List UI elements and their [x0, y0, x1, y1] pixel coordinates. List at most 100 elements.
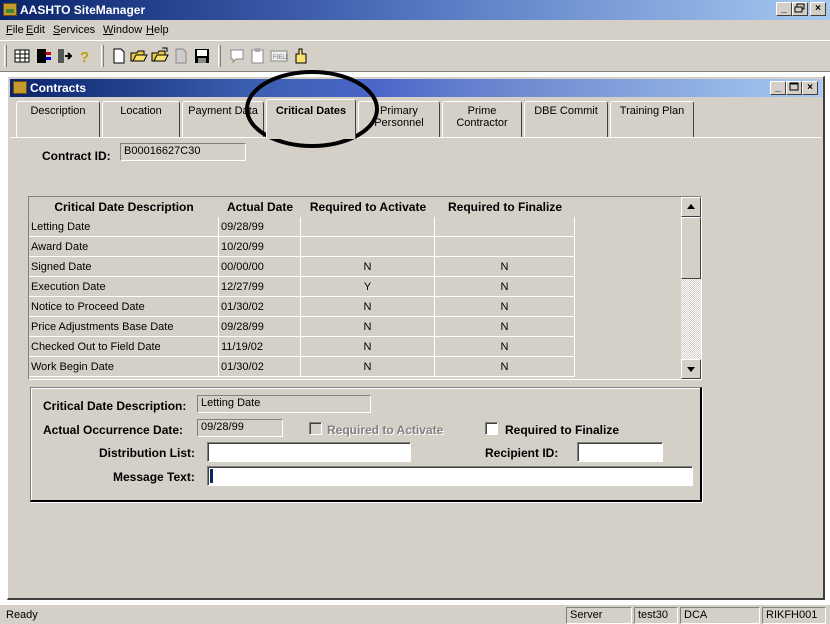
required-finalize-checkbox[interactable] — [485, 422, 498, 435]
header-actual-date[interactable]: Actual Date — [219, 197, 301, 217]
tab-training-plan[interactable]: Training Plan — [610, 101, 694, 137]
status-server: Server — [566, 607, 632, 624]
scroll-thumb[interactable] — [681, 217, 701, 279]
grid-vertical-scrollbar[interactable] — [681, 197, 701, 379]
exit-door-icon[interactable] — [55, 47, 73, 65]
save-icon[interactable] — [193, 47, 211, 65]
cell-required-finalize[interactable]: N — [435, 357, 575, 377]
cell-actual-date[interactable]: 01/30/02 — [219, 357, 301, 377]
fields-icon[interactable]: FIELDS — [270, 47, 288, 65]
pointing-hand-icon[interactable] — [291, 47, 309, 65]
tab-description[interactable]: Description — [16, 101, 100, 137]
delete-icon[interactable] — [172, 47, 190, 65]
close-button[interactable]: × — [810, 2, 826, 16]
cell-required-activate[interactable]: N — [301, 257, 435, 277]
status-user: RIKFH001 — [762, 607, 826, 624]
minimize-button[interactable]: _ — [776, 2, 792, 16]
cell-required-activate[interactable] — [301, 217, 435, 237]
tab-dbe-commit[interactable]: DBE Commit — [524, 101, 608, 137]
cell-required-activate[interactable]: Y — [301, 277, 435, 297]
table-row[interactable]: Checked Out to Field Date 11/19/02 N N — [29, 337, 575, 357]
cell-required-finalize[interactable] — [435, 217, 575, 237]
app-title: AASHTO SiteManager — [20, 3, 146, 17]
toolbar-separator-2 — [218, 45, 221, 67]
toolbar-grip[interactable] — [4, 45, 7, 67]
scroll-down-button[interactable] — [681, 359, 701, 379]
comment-icon[interactable] — [228, 47, 246, 65]
tab-prime-contractor[interactable]: Prime Contractor — [442, 101, 522, 137]
contracts-title-bar[interactable]: Contracts _ × — [10, 79, 822, 97]
cell-description[interactable]: Checked Out to Field Date — [29, 337, 219, 357]
table-row[interactable]: Letting Date 09/28/99 — [29, 217, 575, 237]
cell-actual-date[interactable]: 09/28/99 — [219, 317, 301, 337]
cell-required-finalize[interactable]: N — [435, 257, 575, 277]
cell-actual-date[interactable]: 11/19/02 — [219, 337, 301, 357]
cell-description[interactable]: Signed Date — [29, 257, 219, 277]
cell-required-activate[interactable] — [301, 237, 435, 257]
cell-required-finalize[interactable]: N — [435, 317, 575, 337]
grid-icon[interactable] — [13, 47, 31, 65]
cell-required-finalize[interactable]: N — [435, 277, 575, 297]
cell-required-finalize[interactable]: N — [435, 297, 575, 317]
status-text: Ready — [6, 609, 38, 621]
open-folder-icon[interactable] — [130, 47, 148, 65]
scroll-up-button[interactable] — [681, 197, 701, 217]
header-required-activate[interactable]: Required to Activate — [301, 197, 435, 217]
cell-required-activate[interactable]: N — [301, 297, 435, 317]
svg-text:FIELDS: FIELDS — [273, 55, 288, 61]
cell-required-finalize[interactable]: N — [435, 337, 575, 357]
child-minimize-button[interactable]: _ — [770, 81, 786, 95]
menu-edit[interactable]: Edit — [26, 24, 45, 36]
menu-help[interactable]: Help — [146, 24, 169, 36]
cell-description[interactable]: Notice to Proceed Date — [29, 297, 219, 317]
table-row[interactable]: Price Adjustments Base Date 09/28/99 N N — [29, 317, 575, 337]
cell-required-activate[interactable]: N — [301, 357, 435, 377]
message-text-input[interactable] — [207, 466, 693, 486]
cell-actual-date[interactable]: 09/28/99 — [219, 217, 301, 237]
cell-description[interactable]: Award Date — [29, 237, 219, 257]
restore-button[interactable] — [792, 2, 808, 16]
cell-required-activate[interactable]: N — [301, 337, 435, 357]
required-activate-checkbox[interactable] — [309, 422, 322, 435]
critical-dates-grid: Critical Date Description Actual Date Re… — [28, 196, 702, 380]
menu-window[interactable]: Window — [103, 24, 142, 36]
distribution-list-input[interactable] — [207, 442, 411, 462]
tab-critical-dates[interactable]: Critical Dates — [266, 99, 356, 139]
table-row[interactable]: Notice to Proceed Date 01/30/02 N N — [29, 297, 575, 317]
contracts-icon[interactable] — [13, 81, 27, 94]
clipboard-icon[interactable] — [249, 47, 267, 65]
tab-payment-data[interactable]: Payment Data — [182, 101, 264, 137]
table-row[interactable]: Work Begin Date 01/30/02 N N — [29, 357, 575, 377]
menu-services[interactable]: Services — [53, 24, 95, 36]
switchboard-icon[interactable] — [35, 47, 53, 65]
cell-actual-date[interactable]: 10/20/99 — [219, 237, 301, 257]
status-user-type: DCA — [680, 607, 760, 624]
header-required-finalize[interactable]: Required to Finalize — [435, 197, 575, 217]
tab-location[interactable]: Location — [102, 101, 180, 137]
child-close-button[interactable]: × — [802, 81, 818, 95]
cell-description[interactable]: Price Adjustments Base Date — [29, 317, 219, 337]
new-document-icon[interactable] — [110, 47, 128, 65]
tab-primary-personnel[interactable]: Primary Personnel — [358, 101, 440, 137]
cell-description[interactable]: Work Begin Date — [29, 357, 219, 377]
child-maximize-button[interactable] — [786, 81, 802, 95]
menu-file[interactable]: File — [6, 24, 24, 36]
cell-description[interactable]: Execution Date — [29, 277, 219, 297]
cell-required-activate[interactable]: N — [301, 317, 435, 337]
cell-description[interactable]: Letting Date — [29, 217, 219, 237]
help-icon[interactable]: ? — [76, 47, 94, 65]
app-title-bar[interactable]: AASHTO SiteManager _ × — [0, 0, 830, 20]
recipient-id-input[interactable] — [577, 442, 663, 462]
distribution-list-label: Distribution List: — [99, 446, 195, 460]
cell-actual-date[interactable]: 01/30/02 — [219, 297, 301, 317]
menu-bar: File Edit Services Window Help — [0, 20, 830, 40]
table-row[interactable]: Signed Date 00/00/00 N N — [29, 257, 575, 277]
cell-required-finalize[interactable] — [435, 237, 575, 257]
cell-actual-date[interactable]: 00/00/00 — [219, 257, 301, 277]
header-description[interactable]: Critical Date Description — [29, 197, 219, 217]
open-folder-alt-icon[interactable] — [151, 47, 169, 65]
app-icon[interactable] — [3, 3, 17, 16]
cell-actual-date[interactable]: 12/27/99 — [219, 277, 301, 297]
table-row[interactable]: Award Date 10/20/99 — [29, 237, 575, 257]
table-row[interactable]: Execution Date 12/27/99 Y N — [29, 277, 575, 297]
